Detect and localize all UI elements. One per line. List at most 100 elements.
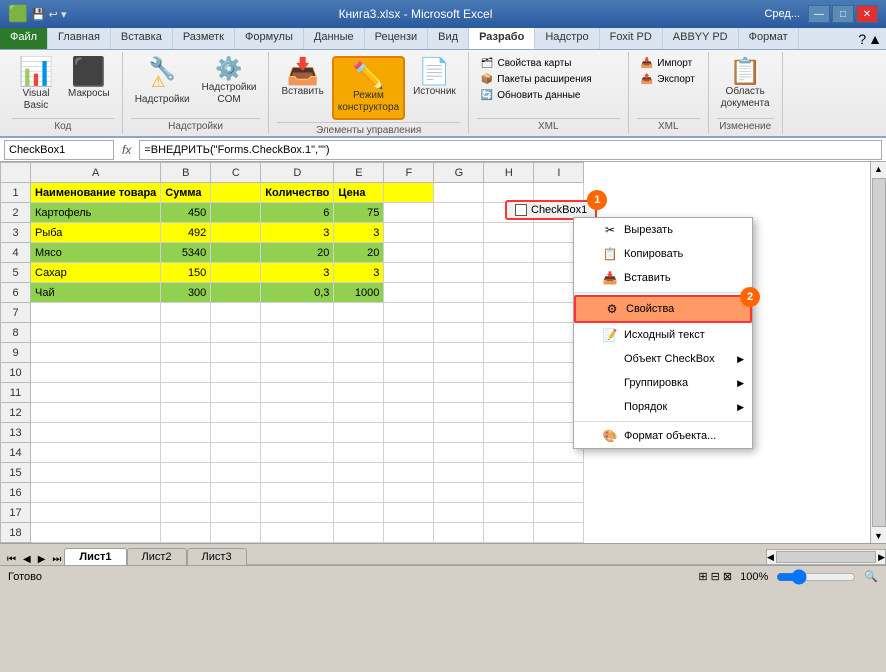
cell-c1[interactable] [211, 183, 261, 203]
cell-g5[interactable] [434, 263, 484, 283]
ctx-copy[interactable]: 📋 Копировать [574, 242, 752, 266]
ctx-source-text[interactable]: 📝 Исходный текст [574, 323, 752, 347]
cell-f4[interactable] [384, 243, 434, 263]
col-header-h[interactable]: H [484, 163, 534, 183]
cell-d3[interactable]: 3 [261, 223, 334, 243]
ctx-checkbox-object[interactable]: Объект CheckBox [574, 347, 752, 371]
col-header-e[interactable]: E [334, 163, 384, 183]
tab-layout[interactable]: Разметк [173, 28, 235, 49]
cell-e1[interactable]: Цена [334, 183, 384, 203]
ctx-order[interactable]: Порядок [574, 395, 752, 419]
cell-d1[interactable]: Количество [261, 183, 334, 203]
tab-review[interactable]: Рецензи [365, 28, 429, 49]
tab-insert[interactable]: Вставка [111, 28, 173, 49]
cell-f5[interactable] [384, 263, 434, 283]
ctx-cut[interactable]: ✂ Вырезать [574, 218, 752, 242]
cell-a6[interactable]: Чай [31, 283, 161, 303]
cell-d2[interactable]: 6 [261, 203, 334, 223]
cell-b4[interactable]: 5340 [161, 243, 211, 263]
tab-home[interactable]: Главная [48, 28, 111, 49]
sheet-nav-last[interactable]: ⏭ [49, 554, 64, 565]
cell-d6[interactable]: 0,3 [261, 283, 334, 303]
tab-foxit[interactable]: Foxit PD [600, 28, 663, 49]
cell-b5[interactable]: 150 [161, 263, 211, 283]
com-addins-button[interactable]: ⚙️ НадстройкиCOM [198, 56, 261, 108]
close-button[interactable]: ✕ [856, 5, 878, 23]
col-header-f[interactable]: F [384, 163, 434, 183]
cell-a5[interactable]: Сахар [31, 263, 161, 283]
map-props-button[interactable]: 🗂 Свойства карты [477, 56, 576, 71]
sheet-tab-3[interactable]: Лист3 [187, 548, 247, 565]
tab-data[interactable]: Данные [304, 28, 365, 49]
cell-b2[interactable]: 450 [161, 203, 211, 223]
tab-formulas[interactable]: Формулы [235, 28, 304, 49]
tab-format[interactable]: Формат [739, 28, 799, 49]
tab-addins[interactable]: Надстро [535, 28, 599, 49]
sheet-nav-buttons[interactable]: ⏮ ◀ ▶ ⏭ [0, 554, 64, 565]
col-header-i[interactable]: I [534, 163, 584, 183]
ribbon-help-icon[interactable]: ? [858, 31, 866, 47]
sheet-nav-prev[interactable]: ◀ [20, 554, 34, 565]
import-button[interactable]: 📥 Импорт [637, 56, 696, 71]
cell-a3[interactable]: Рыба [31, 223, 161, 243]
tab-view[interactable]: Вид [428, 28, 469, 49]
cell-g1[interactable] [434, 183, 484, 203]
cell-h5[interactable] [484, 263, 534, 283]
zoom-icon[interactable]: 🔍 [864, 570, 878, 583]
minimize-button[interactable]: — [808, 5, 830, 23]
cell-a4[interactable]: Мясо [31, 243, 161, 263]
source-button[interactable]: 📄 Источник [409, 56, 460, 100]
ctx-paste[interactable]: 📥 Вставить [574, 266, 752, 290]
formula-input[interactable] [139, 140, 882, 160]
col-header-b[interactable]: B [161, 163, 211, 183]
cell-f3[interactable] [384, 223, 434, 243]
cell-b1[interactable]: Сумма [161, 183, 211, 203]
cell-c6[interactable] [211, 283, 261, 303]
window-controls[interactable]: — □ ✕ [808, 5, 878, 23]
cell-h3[interactable] [484, 223, 534, 243]
cell-c2[interactable] [211, 203, 261, 223]
h-scroll-thumb[interactable] [776, 551, 876, 563]
addins-button[interactable]: 🔧 ⚠ Надстройки [131, 56, 194, 108]
cell-f1[interactable] [384, 183, 434, 203]
cell-h4[interactable] [484, 243, 534, 263]
tab-file[interactable]: Файл [0, 28, 48, 49]
horizontal-scrollbar[interactable]: ◀ ▶ [766, 549, 886, 565]
cell-g4[interactable] [434, 243, 484, 263]
insert-button[interactable]: 📥 Вставить [277, 56, 327, 100]
design-mode-button[interactable]: ✏️ Режимконструктора [332, 56, 405, 120]
scroll-down-arrow[interactable]: ▼ [872, 529, 885, 543]
zoom-slider[interactable] [776, 569, 856, 585]
cell-g2[interactable] [434, 203, 484, 223]
ext-packs-button[interactable]: 📦 Пакеты расширения [477, 72, 596, 87]
cell-h6[interactable] [484, 283, 534, 303]
name-box[interactable] [4, 140, 114, 160]
visual-basic-button[interactable]: 📊 VisualBasic [12, 56, 60, 114]
cell-e2[interactable]: 75 [334, 203, 384, 223]
scroll-up-arrow[interactable]: ▲ [872, 162, 885, 176]
cell-b6[interactable]: 300 [161, 283, 211, 303]
col-header-g[interactable]: G [434, 163, 484, 183]
sheet-nav-first[interactable]: ⏮ [4, 554, 19, 565]
tab-abbyy[interactable]: ABBYY PD [663, 28, 739, 49]
sheet-tab-2[interactable]: Лист2 [127, 548, 187, 565]
col-header-d[interactable]: D [261, 163, 334, 183]
sheet-nav-next[interactable]: ▶ [35, 554, 49, 565]
cell-d5[interactable]: 3 [261, 263, 334, 283]
cell-e4[interactable]: 20 [334, 243, 384, 263]
ctx-properties[interactable]: ⚙ Свойства 2 [574, 295, 752, 323]
cell-b3[interactable]: 492 [161, 223, 211, 243]
cell-c3[interactable] [211, 223, 261, 243]
export-button[interactable]: 📤 Экспорт [637, 72, 699, 87]
cell-c4[interactable] [211, 243, 261, 263]
cell-d4[interactable]: 20 [261, 243, 334, 263]
ribbon-minimize-icon[interactable]: ▲ [868, 31, 882, 47]
cell-g3[interactable] [434, 223, 484, 243]
cell-f2[interactable] [384, 203, 434, 223]
cell-a1[interactable]: Наименование товара [31, 183, 161, 203]
tab-developer[interactable]: Разрабо [469, 28, 535, 49]
col-header-c[interactable]: C [211, 163, 261, 183]
cell-f6[interactable] [384, 283, 434, 303]
ctx-grouping[interactable]: Группировка [574, 371, 752, 395]
cell-a2[interactable]: Картофель [31, 203, 161, 223]
